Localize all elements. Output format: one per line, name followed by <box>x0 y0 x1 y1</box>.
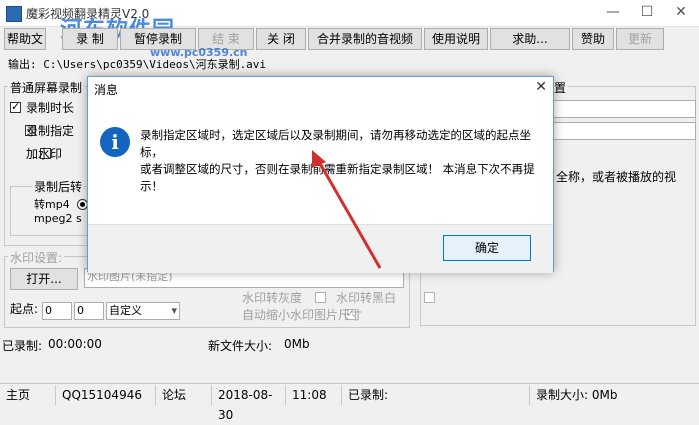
annotation-arrow <box>312 150 382 269</box>
arrow-line <box>316 159 382 269</box>
arrow-head <box>312 150 326 168</box>
